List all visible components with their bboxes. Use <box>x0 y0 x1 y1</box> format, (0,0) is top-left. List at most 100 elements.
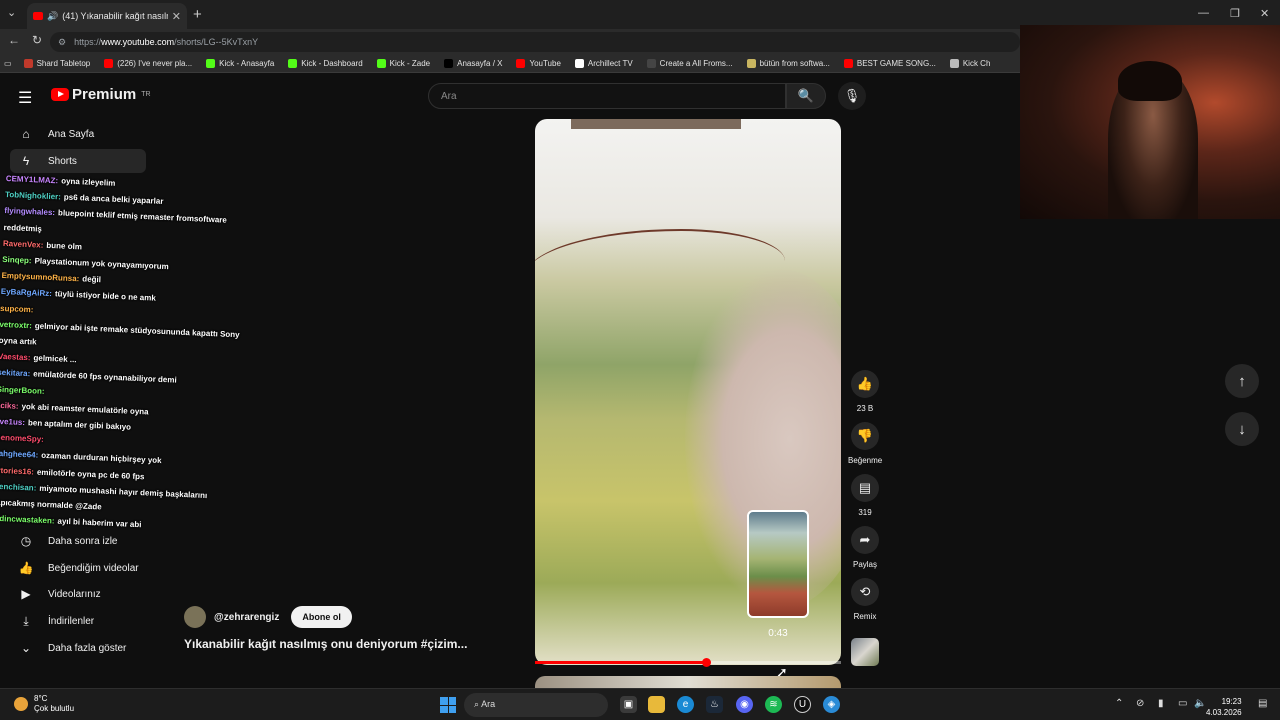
file-explorer-icon[interactable] <box>648 696 665 713</box>
chat-username: Sinqep: <box>2 254 32 266</box>
url-prefix: https:// <box>74 37 102 47</box>
share-icon: ➦ <box>851 526 879 554</box>
discord-icon[interactable]: ◉ <box>736 696 753 713</box>
tray-app-icon[interactable]: ⊘ <box>1136 698 1144 709</box>
previous-short-button[interactable]: ↑ <box>1225 364 1259 398</box>
scrub-preview-time: 0:43 <box>768 628 788 639</box>
browser-tab[interactable]: 🔊 (41) Yıkanabilir kağıt nasılmış ✕ <box>27 3 187 29</box>
voice-search-button[interactable]: 🎙 <box>838 82 866 110</box>
short-title[interactable]: Yıkanabilir kağıt nasılmış onu deniyorum… <box>184 637 467 651</box>
search-icon: ⌕ <box>474 699 480 709</box>
video-progress-handle[interactable] <box>702 658 712 667</box>
next-short-preview[interactable] <box>535 676 841 688</box>
back-icon[interactable]: ← <box>8 33 20 47</box>
network-icon[interactable]: ▭ <box>1178 698 1187 709</box>
bookmark-item[interactable]: BEST GAME SONG... <box>843 59 936 68</box>
tray-app-icon[interactable]: ▮ <box>1158 698 1164 709</box>
chat-username: artories16: <box>0 465 35 477</box>
bookmark-item[interactable]: Anasayfa / X <box>444 59 502 68</box>
youtube-logo[interactable]: Premium TR <box>51 86 151 103</box>
bookmark-item[interactable]: YouTube <box>516 59 561 68</box>
chat-message: vetroxtr: gelmiyor abi işte remake stüdyo… <box>0 320 240 339</box>
weather-widget[interactable]: 8°C Çok bulutlu <box>14 694 74 714</box>
chat-message: ave1us: ben aptalım der gibi bakıyo <box>0 417 131 432</box>
bookmark-label: bütün from softwa... <box>759 59 830 68</box>
edge-icon[interactable]: e <box>677 696 694 713</box>
audio-playing-icon[interactable]: 🔊 <box>47 11 58 22</box>
close-window-icon[interactable]: ✕ <box>1260 7 1269 20</box>
bookmark-item[interactable]: Create a All Froms... <box>646 59 733 68</box>
restore-icon[interactable]: ❐ <box>1230 7 1240 20</box>
chat-username: EmptysumnoRunsa: <box>1 271 80 284</box>
chat-username: Vaestas: <box>0 352 31 363</box>
next-short-button[interactable]: ↓ <box>1225 412 1259 446</box>
chat-message: Vaestas: gelmicek ... <box>0 352 77 364</box>
steam-icon[interactable]: ♨ <box>706 696 723 713</box>
sidebar-item-label: Videolarınız <box>48 588 101 600</box>
chat-username: Erdincwastaken: <box>0 513 55 526</box>
tab-search-icon[interactable]: ⌄ <box>7 6 16 19</box>
url-field[interactable]: ⚙ https://www.youtube.com/shorts/LG--5Kv… <box>50 32 1020 52</box>
reload-icon[interactable]: ↻ <box>32 33 42 47</box>
bookmark-favicon-icon <box>104 59 114 68</box>
chat-text: bune olm <box>46 240 83 252</box>
dislike-button[interactable]: 👎 Beğenme <box>848 422 882 465</box>
taskbar-search[interactable]: ⌕ Ara <box>464 693 608 717</box>
subscribe-button[interactable]: Abone ol <box>291 606 352 628</box>
chat-text: oyna izleyelim <box>61 176 116 188</box>
bookmark-item[interactable]: bütün from softwa... <box>746 59 830 68</box>
bookmarks-menu-icon[interactable]: ▭ <box>4 59 12 68</box>
search-input[interactable]: Ara <box>428 83 786 109</box>
audio-source-thumbnail[interactable] <box>851 638 879 666</box>
bookmark-item[interactable]: Kick Ch <box>949 59 990 68</box>
chat-message: CEMY1LMAZ: oyna izleyelim <box>6 174 116 188</box>
notifications-icon[interactable]: ▤ <box>1258 698 1267 709</box>
chat-username: yapıcakmış normalde @Zade <box>0 497 102 512</box>
like-button[interactable]: 👍 23 B <box>848 370 882 413</box>
tab-close-icon[interactable]: ✕ <box>172 10 187 23</box>
stream-chat-overlay: CEMY1LMAZ: oyna izleyelim TobNighoklier: ps… <box>0 174 266 545</box>
chat-message: EyBaRgAiRz: tüylü istiyor bide o ne amk <box>1 287 156 303</box>
start-button[interactable] <box>440 697 456 713</box>
remix-button[interactable]: ⟲ Remix <box>848 578 882 621</box>
logo-text: Premium <box>72 86 137 103</box>
bookmark-item[interactable]: (226) I've never pla... <box>104 59 192 68</box>
sidebar-item-downloads[interactable]: ⤓ İndirilenler <box>10 609 146 633</box>
comments-button[interactable]: ▤ 319 <box>848 474 882 517</box>
clock-icon: ◷ <box>20 534 32 548</box>
app-icon[interactable]: ◈ <box>823 696 840 713</box>
site-info-icon[interactable]: ⚙ <box>58 37 66 48</box>
bookmark-item[interactable]: Kick - Anasayfa <box>206 59 274 68</box>
minimize-icon[interactable]: — <box>1198 7 1209 19</box>
channel-name[interactable]: @zehrarengiz <box>214 612 279 623</box>
bookmark-item[interactable]: Kick - Dashboard <box>288 59 363 68</box>
bookmark-label: Kick - Dashboard <box>301 59 363 68</box>
volume-icon[interactable]: 🔈 <box>1194 698 1206 709</box>
search-button[interactable]: 🔍 <box>786 83 826 109</box>
bookmark-item[interactable]: Kick - Zade <box>376 59 430 68</box>
new-tab-button[interactable]: + <box>193 6 202 23</box>
task-view-icon[interactable]: ▣ <box>620 696 637 713</box>
bookmark-item[interactable]: Shard Tabletop <box>23 59 90 68</box>
sidebar-item-your-videos[interactable]: ▶ Videolarınız <box>10 582 146 606</box>
bookmark-item[interactable]: Archillect TV <box>574 59 633 68</box>
tray-overflow-icon[interactable]: ⌃ <box>1115 698 1123 709</box>
sidebar-item-label: Daha fazla göster <box>48 642 127 654</box>
system-clock[interactable]: 19:23 4.03.2026 <box>1206 696 1242 718</box>
chat-message: reddetmiş <box>3 223 45 234</box>
menu-icon[interactable]: ☰ <box>18 88 32 108</box>
sidebar-item-shorts[interactable]: ϟ Shorts <box>10 149 146 173</box>
sidebar-item-home[interactable]: ⌂ Ana Sayfa <box>10 122 146 146</box>
chat-text: gelmicek ... <box>33 353 77 365</box>
share-button[interactable]: ➦ Paylaş <box>848 526 882 569</box>
sidebar-item-liked-videos[interactable]: 👍 Beğendiğim videolar <box>10 556 146 580</box>
channel-avatar[interactable] <box>184 606 206 628</box>
spotify-icon[interactable]: ≋ <box>765 696 782 713</box>
chat-text: emülatörde 60 fps oynanabiliyor demi <box>33 369 177 386</box>
chat-message: supcom: <box>0 303 37 314</box>
sidebar-item-show-more[interactable]: ⌄ Daha fazla göster <box>10 636 146 660</box>
chat-message: SingerBoon: <box>0 384 48 395</box>
microphone-icon: 🎙 <box>843 88 861 103</box>
unreal-engine-icon[interactable]: U <box>794 696 811 713</box>
chat-username: flyingwhales: <box>4 206 56 218</box>
